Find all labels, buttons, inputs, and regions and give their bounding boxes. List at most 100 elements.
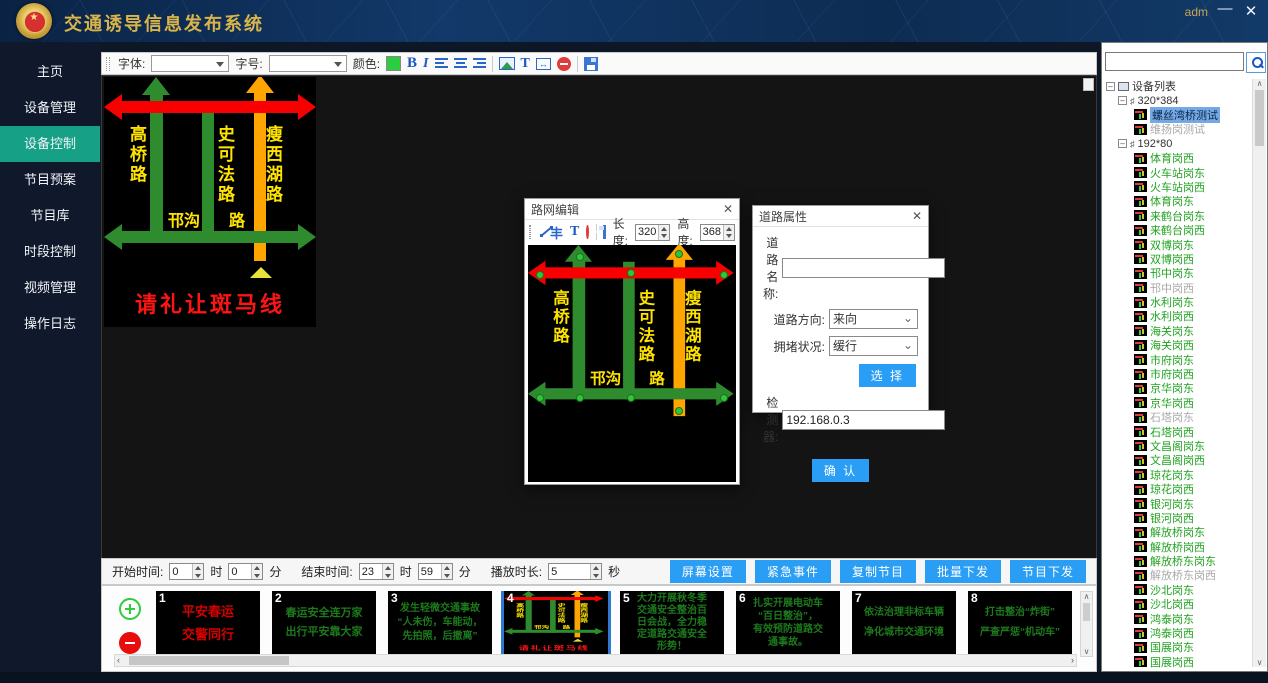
tree-item[interactable]: 沙北岗东 — [1104, 583, 1252, 597]
tree-item[interactable]: 邗中岗西 — [1104, 280, 1252, 294]
tree-item[interactable]: 体育岗西 — [1104, 151, 1252, 165]
control-point[interactable] — [675, 407, 683, 415]
editor-close-icon[interactable]: ✕ — [723, 202, 733, 216]
program-thumbnail[interactable]: 2春运安全连万家出行平安靠大家 — [272, 591, 376, 655]
confirm-button[interactable]: 确 认 — [812, 459, 869, 482]
control-point[interactable] — [720, 394, 728, 402]
draw-line-icon[interactable] — [540, 225, 543, 239]
tree-item[interactable]: 体育岗东 — [1104, 194, 1252, 208]
insert-image-icon[interactable] — [499, 57, 515, 70]
tree-root[interactable]: –设备列表 — [1104, 79, 1252, 93]
tree-item[interactable]: 水利岗西 — [1104, 309, 1252, 323]
align-left-icon[interactable] — [435, 58, 448, 69]
close-icon[interactable]: ✕ — [1240, 2, 1262, 20]
sidebar-item[interactable]: 主页 — [0, 54, 100, 90]
tree-group[interactable]: –♯320*384 — [1104, 93, 1252, 107]
control-point[interactable] — [627, 269, 635, 277]
tree-item[interactable]: 解放桥东岗东 — [1104, 554, 1252, 568]
sidebar-item[interactable]: 设备管理 — [0, 90, 100, 126]
thumbnail-hscrollbar[interactable]: ‹ › — [114, 654, 1077, 667]
tree-item[interactable]: 银河岗东 — [1104, 496, 1252, 510]
tree-item[interactable]: 水利岗东 — [1104, 295, 1252, 309]
tree-scrollbar[interactable]: ∧∨ — [1252, 79, 1266, 667]
editor-save-icon[interactable] — [603, 225, 606, 239]
tree-item[interactable]: 鸿泰岗西 — [1104, 626, 1252, 640]
tree-item[interactable]: 来鹤台岗东 — [1104, 209, 1252, 223]
color-swatch[interactable] — [386, 56, 401, 71]
font-size-select[interactable] — [269, 55, 347, 72]
end-hour-stepper[interactable]: 23 — [359, 563, 394, 580]
congestion-select[interactable]: 缓行 — [829, 336, 918, 356]
height-stepper[interactable]: 368 — [700, 224, 735, 241]
sign-preview[interactable]: 高桥路 史可法路 瘦西湖路 邗沟 路 请礼让斑马线 — [104, 77, 316, 327]
tree-item[interactable]: 文昌阁岗东 — [1104, 439, 1252, 453]
sidebar-item[interactable]: 节目预案 — [0, 162, 100, 198]
tree-item[interactable]: 螺丝湾桥测试 — [1104, 108, 1252, 122]
bold-button[interactable]: B — [407, 55, 417, 72]
control-point[interactable] — [675, 250, 683, 258]
tree-item[interactable]: 沙北岗西 — [1104, 597, 1252, 611]
editor-title-bar[interactable]: 路网编辑 ✕ — [525, 199, 739, 220]
tree-item[interactable]: 琼花岗东 — [1104, 468, 1252, 482]
sidebar-item[interactable]: 设备控制 — [0, 126, 100, 162]
remove-frame-button[interactable] — [119, 632, 141, 654]
program-thumbnail[interactable]: 5大力开展秋冬季交通安全整治百日会战，全力稳定道路交通安全形势！ — [620, 591, 724, 655]
logged-in-user[interactable]: adm — [1185, 5, 1208, 19]
tree-item[interactable]: 海关岗西 — [1104, 338, 1252, 352]
text-tool-icon[interactable]: T — [521, 56, 530, 72]
sign-preview[interactable]: 高桥路 史可法路 瘦西湖路 邗沟 路 请礼让斑马线 — [504, 591, 604, 654]
tree-item[interactable]: 市府岗东 — [1104, 352, 1252, 366]
tree-item[interactable]: 京华岗西 — [1104, 396, 1252, 410]
program-thumbnail[interactable]: 3发生轻微交通事故“人未伤，车能动，先拍照，后撤离” — [388, 591, 492, 655]
length-stepper[interactable]: 320 — [635, 224, 670, 241]
control-point[interactable] — [536, 271, 544, 279]
action-button[interactable]: 复制节目 — [840, 560, 916, 583]
start-minute-stepper[interactable]: 0 — [228, 563, 263, 580]
toolbar-grip[interactable] — [106, 57, 110, 71]
control-point[interactable] — [720, 271, 728, 279]
detector-field[interactable] — [782, 410, 945, 430]
action-button[interactable]: 批量下发 — [925, 560, 1001, 583]
tree-item[interactable]: 文昌阁岗西 — [1104, 453, 1252, 467]
editor-toolbar-grip[interactable] — [529, 225, 531, 239]
sidebar-item[interactable]: 操作日志 — [0, 306, 100, 342]
delete-icon[interactable] — [557, 57, 571, 71]
tree-item[interactable]: 琼花岗西 — [1104, 482, 1252, 496]
tree-item[interactable]: 国展岗西 — [1104, 655, 1252, 669]
tree-group[interactable]: –♯192*80 — [1104, 137, 1252, 151]
sidebar-item[interactable]: 视频管理 — [0, 270, 100, 306]
control-point[interactable] — [627, 394, 635, 402]
program-thumbnail[interactable]: 4 高桥路 史可法路 瘦西湖路 邗沟 路 请礼让斑马线 — [504, 591, 608, 655]
action-button[interactable]: 节目下发 — [1010, 560, 1086, 583]
program-thumbnail[interactable]: 6扎实开展电动车“百日整治”，有效预防道路交通事故。 — [736, 591, 840, 655]
tree-item[interactable]: 银河岗西 — [1104, 511, 1252, 525]
editor-canvas[interactable]: 高桥路 史可法路 瘦西湖路 邗沟 路 请礼让斑马线 — [528, 245, 736, 482]
canvas-scrollbar[interactable] — [1083, 78, 1094, 91]
align-center-icon[interactable] — [454, 58, 467, 69]
minimize-icon[interactable]: — — [1214, 0, 1236, 17]
control-point[interactable] — [536, 394, 544, 402]
action-button[interactable]: 紧急事件 — [755, 560, 831, 583]
tree-item[interactable]: 解放桥东岗西 — [1104, 568, 1252, 582]
sidebar-item[interactable]: 节目库 — [0, 198, 100, 234]
tree-item[interactable]: 国展岗东 — [1104, 640, 1252, 654]
align-right-icon[interactable] — [473, 58, 486, 69]
font-select[interactable] — [151, 55, 229, 72]
tree-item[interactable]: 邗中岗东 — [1104, 266, 1252, 280]
thumbnail-vscrollbar[interactable]: ∧∨ — [1080, 591, 1093, 657]
tree-item[interactable]: 火车站岗西 — [1104, 180, 1252, 194]
add-frame-button[interactable] — [119, 598, 141, 620]
props-close-icon[interactable]: ✕ — [912, 209, 922, 223]
resize-icon[interactable]: ↔ — [536, 58, 551, 70]
tree-item[interactable]: 维扬岗测试 — [1104, 122, 1252, 136]
start-hour-stepper[interactable]: 0 — [169, 563, 204, 580]
road-name-field[interactable] — [782, 258, 945, 278]
program-thumbnail[interactable]: 1平安春运交警同行 — [156, 591, 260, 655]
tree-item[interactable]: 石塔岗西 — [1104, 424, 1252, 438]
tree-item[interactable]: 双博岗西 — [1104, 252, 1252, 266]
duration-stepper[interactable]: 5 — [548, 563, 602, 580]
control-point[interactable] — [576, 394, 584, 402]
editor-sign[interactable]: 高桥路 史可法路 瘦西湖路 邗沟 路 请礼让斑马线 — [528, 245, 734, 478]
control-point[interactable] — [576, 253, 584, 261]
props-title-bar[interactable]: 道路属性 ✕ — [753, 206, 928, 227]
